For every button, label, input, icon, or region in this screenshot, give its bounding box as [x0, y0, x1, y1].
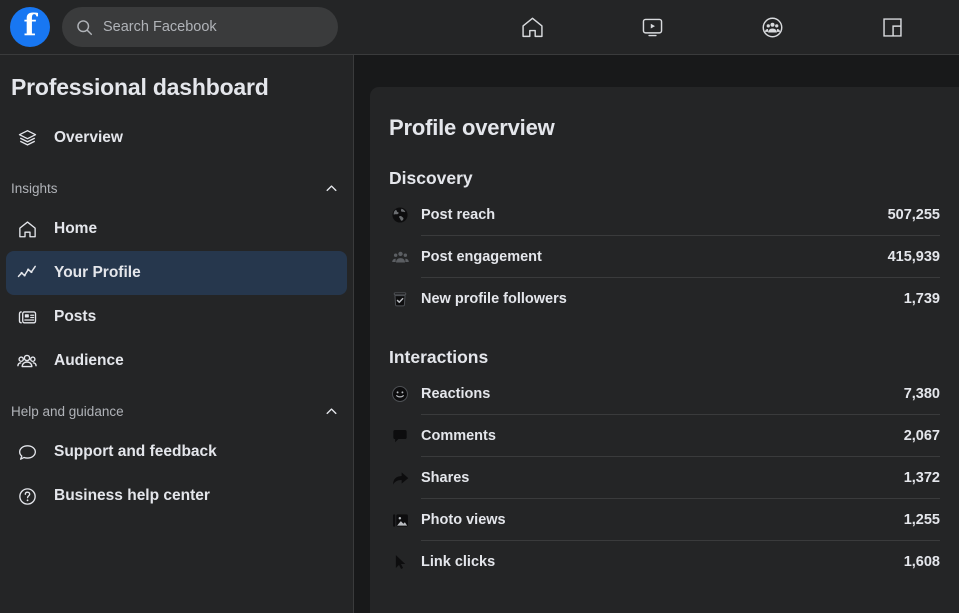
sidebar-section-label: Help and guidance — [11, 403, 124, 419]
metric-value: 2,067 — [903, 428, 940, 444]
smiley-icon — [389, 385, 411, 403]
sidebar-item-support-and-feedback[interactable]: Support and feedback — [6, 430, 347, 474]
layers-icon — [12, 128, 42, 149]
sidebar-section-insights[interactable]: Insights — [0, 173, 353, 203]
card-title: Profile overview — [389, 115, 555, 140]
chevron-up-icon[interactable] — [324, 181, 339, 196]
house-icon — [12, 219, 42, 240]
groups-icon[interactable] — [744, 4, 800, 50]
sidebar-item-label: Support and feedback — [54, 443, 217, 460]
sidebar-item-label: Your Profile — [54, 264, 141, 281]
posts-icon — [12, 307, 42, 328]
sidebar-item-label: Audience — [54, 352, 124, 369]
metric-row-new-profile-followers[interactable]: New profile followers 1,739 — [389, 278, 940, 320]
sidebar-item-posts[interactable]: Posts — [6, 295, 347, 339]
top-navigation-bar: f — [0, 0, 959, 55]
metric-label: Reactions — [421, 386, 491, 402]
metric-label: Photo views — [421, 512, 506, 528]
metric-label: Link clicks — [421, 554, 496, 570]
metric-row-post-reach[interactable]: Post reach 507,255 — [389, 194, 940, 236]
sidebar-item-label: Business help center — [54, 487, 210, 504]
people-icon — [389, 248, 411, 267]
metric-row-photo-views[interactable]: Photo views 1,255 — [389, 499, 940, 541]
sidebar: Professional dashboard Overview Insights… — [0, 55, 354, 613]
comment-bubble-icon — [389, 427, 411, 445]
chevron-up-icon[interactable] — [324, 404, 339, 419]
sidebar-item-home[interactable]: Home — [6, 207, 347, 251]
metric-label: Comments — [421, 428, 496, 444]
metric-row-reactions[interactable]: Reactions 7,380 — [389, 373, 940, 415]
metric-value: 1,739 — [903, 291, 940, 307]
metric-label: Post reach — [421, 207, 496, 223]
sidebar-item-label: Posts — [54, 308, 97, 325]
sidebar-item-label: Home — [54, 220, 98, 237]
metric-value: 1,255 — [903, 512, 940, 528]
gaming-icon[interactable] — [864, 4, 920, 50]
metric-value: 7,380 — [903, 386, 940, 402]
photo-icon — [389, 511, 411, 530]
metric-row-link-clicks[interactable]: Link clicks 1,608 — [389, 541, 940, 583]
speech-bubble-icon — [12, 442, 42, 463]
search-box[interactable] — [62, 7, 338, 47]
top-nav-icon-group — [504, 4, 920, 50]
sidebar-item-business-help-center[interactable]: Business help center — [6, 474, 347, 518]
section-title-discovery: Discovery — [389, 168, 473, 188]
sidebar-section-label: Insights — [11, 180, 58, 196]
metric-row-post-engagement[interactable]: Post engagement 415,939 — [389, 236, 940, 278]
sidebar-item-audience[interactable]: Audience — [6, 339, 347, 383]
home-icon[interactable] — [504, 4, 560, 50]
cursor-arrow-icon — [389, 553, 411, 571]
metric-row-comments[interactable]: Comments 2,067 — [389, 415, 940, 457]
main-content-area: Profile overview Discovery Post reach 50… — [355, 55, 959, 613]
page-title: Professional dashboard — [11, 74, 269, 100]
metric-value: 1,372 — [903, 470, 940, 486]
section-title-interactions: Interactions — [389, 347, 489, 367]
line-chart-icon — [12, 262, 42, 284]
metric-label: New profile followers — [421, 291, 567, 307]
sidebar-item-your-profile[interactable]: Your Profile — [6, 251, 347, 295]
profile-overview-card: Profile overview Discovery Post reach 50… — [370, 87, 959, 613]
metric-row-shares[interactable]: Shares 1,372 — [389, 457, 940, 499]
metric-value: 1,608 — [903, 554, 940, 570]
sidebar-section-help-and-guidance[interactable]: Help and guidance — [0, 396, 353, 426]
watch-video-icon[interactable] — [624, 4, 680, 50]
sidebar-item-label: Overview — [54, 129, 123, 146]
share-arrow-icon — [389, 469, 411, 488]
metric-value: 415,939 — [887, 249, 940, 265]
audience-icon — [12, 350, 42, 372]
sidebar-item-overview[interactable]: Overview — [6, 116, 347, 160]
search-input[interactable] — [103, 19, 324, 35]
metric-label: Post engagement — [421, 249, 542, 265]
metric-label: Shares — [421, 470, 470, 486]
metric-value: 507,255 — [887, 207, 940, 223]
badge-check-icon — [389, 290, 411, 308]
facebook-logo-glyph: f — [23, 8, 37, 44]
search-icon — [77, 19, 93, 35]
globe-icon — [389, 206, 411, 224]
question-circle-icon — [12, 486, 42, 507]
facebook-logo[interactable]: f — [10, 7, 50, 47]
